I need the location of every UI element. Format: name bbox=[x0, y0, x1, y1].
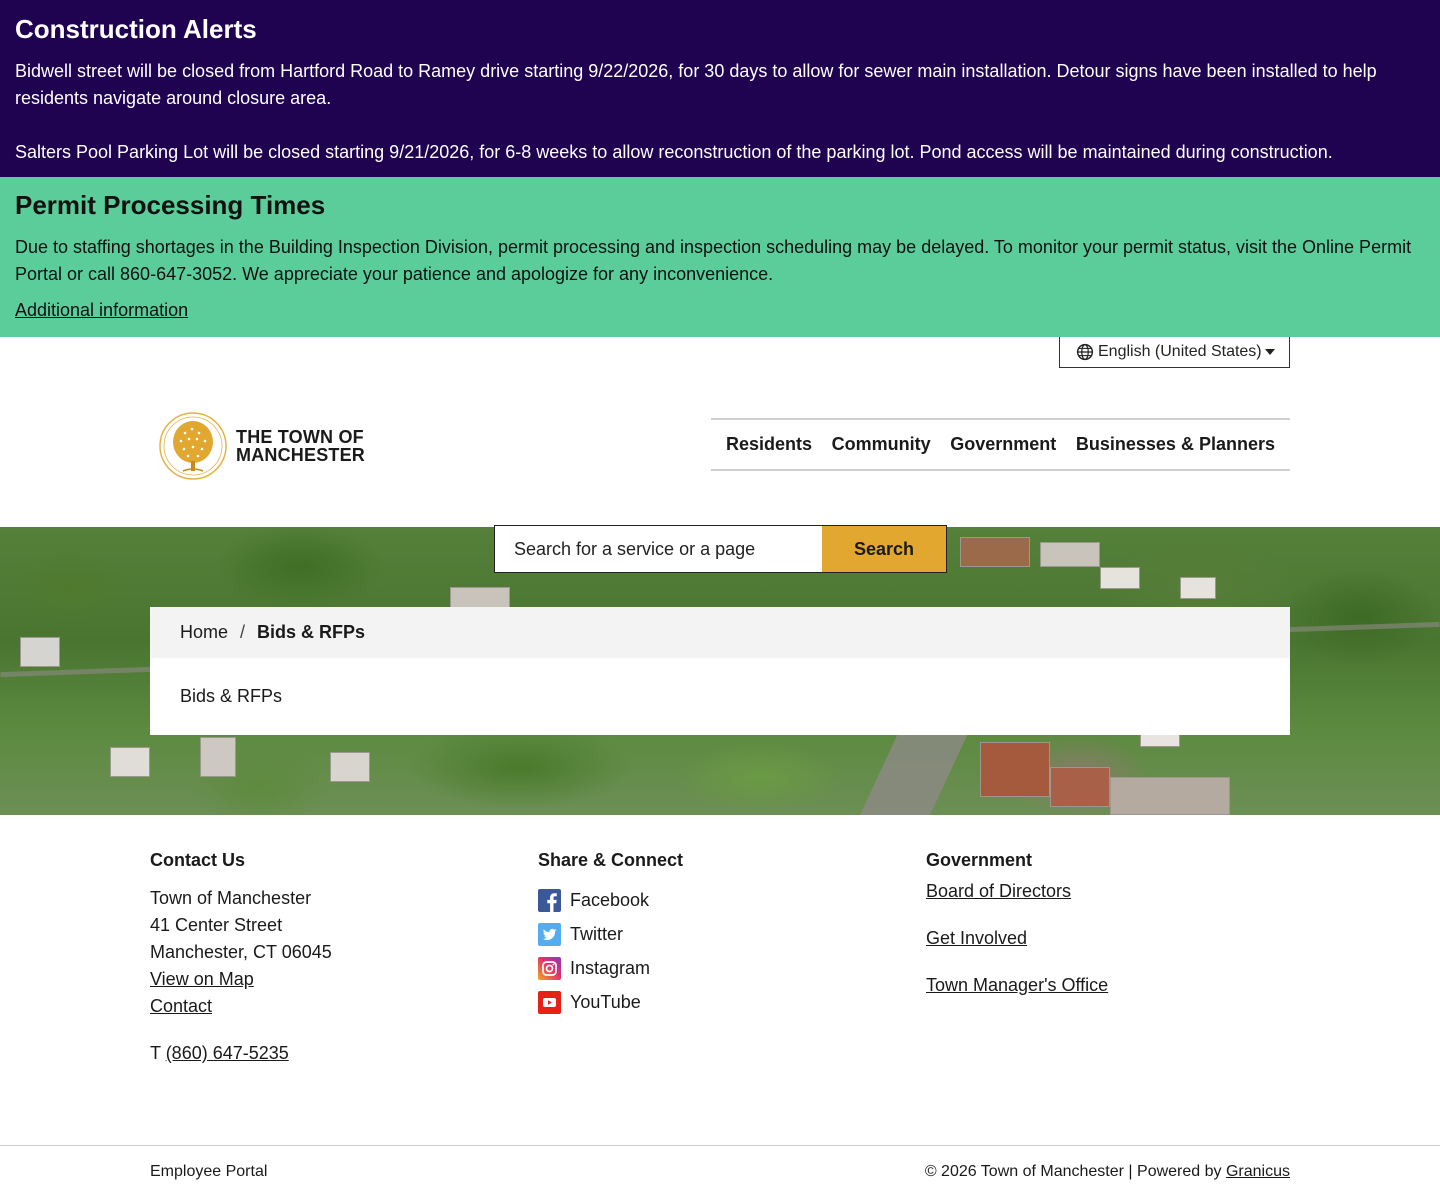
copyright-text: © 2026 Town of Manchester | Powered by bbox=[924, 1163, 1222, 1180]
logo-text: THE TOWN OF MANCHESTER bbox=[236, 427, 366, 465]
footer-government: Government Board of Directors Get Involv… bbox=[926, 849, 1290, 1022]
construction-alert-title: Construction Alerts bbox=[15, 14, 257, 44]
footer-government-heading: Government bbox=[926, 850, 1033, 870]
permit-alert-body: Due to staffing shortages in the Buildin… bbox=[15, 237, 1412, 284]
contact-city: Manchester, CT 06045 bbox=[150, 942, 332, 962]
footer-share-heading: Share & Connect bbox=[538, 850, 684, 870]
nav-item-government[interactable]: Government bbox=[950, 434, 1056, 455]
additional-information-link[interactable]: Additional information bbox=[15, 298, 188, 322]
language-selected-label: English (United States) bbox=[1098, 343, 1262, 360]
view-on-map-link[interactable]: View on Map bbox=[150, 969, 254, 989]
permit-alert-title: Permit Processing Times bbox=[15, 190, 326, 220]
youtube-icon bbox=[538, 990, 561, 1014]
construction-alert-item: Bidwell street will be closed from Hartf… bbox=[15, 61, 1377, 108]
chevron-down-icon bbox=[1265, 349, 1275, 355]
contact-street: 41 Center Street bbox=[150, 915, 283, 935]
footer-bottom-bar: Employee Portal © 2026 Town of Mancheste… bbox=[0, 1145, 1440, 1200]
phone-link[interactable]: (860) 647-5235 bbox=[166, 1043, 289, 1063]
facebook-icon bbox=[538, 888, 561, 912]
town-managers-office-link[interactable]: Town Manager's Office bbox=[926, 975, 1108, 995]
globe-icon bbox=[1076, 343, 1094, 361]
copyright: © 2026 Town of Manchester | Powered by G… bbox=[925, 1163, 1290, 1181]
breadcrumb: Home / Bids & RFPs bbox=[150, 607, 1290, 658]
search-button[interactable]: Search bbox=[822, 526, 946, 572]
instagram-link[interactable]: Instagram bbox=[538, 956, 650, 980]
employee-portal-link[interactable]: Employee Portal bbox=[150, 1163, 267, 1181]
breadcrumb-separator: / bbox=[240, 622, 246, 642]
social-list: Facebook Twitter Instagram YouTube bbox=[538, 879, 898, 1023]
government-links: Board of Directors Get Involved Town Man… bbox=[926, 881, 1290, 1002]
social-item: YouTube bbox=[538, 981, 898, 1023]
site-logo[interactable]: THE TOWN OF MANCHESTER bbox=[159, 411, 365, 481]
phone-prefix: T bbox=[150, 1043, 161, 1063]
footer-contact: Contact Us Town of Manchester 41 Center … bbox=[150, 849, 510, 1067]
contact-phone-line: T (860) 647-5235 bbox=[150, 1040, 510, 1067]
construction-alert-banner: Construction Alerts Bidwell street will … bbox=[0, 0, 1440, 177]
board-of-directors-link[interactable]: Board of Directors bbox=[926, 881, 1071, 901]
contact-org: Town of Manchester bbox=[150, 888, 312, 908]
construction-alert-item: Salters Pool Parking Lot will be closed … bbox=[15, 142, 1333, 162]
permit-alert-banner: Permit Processing Times Due to staffing … bbox=[0, 177, 1440, 337]
facebook-link[interactable]: Facebook bbox=[538, 888, 649, 912]
nav-item-residents[interactable]: Residents bbox=[726, 434, 812, 455]
tree-seal-icon bbox=[159, 412, 227, 480]
breadcrumb-home-link[interactable]: Home bbox=[180, 622, 228, 643]
youtube-link[interactable]: YouTube bbox=[538, 990, 641, 1014]
footer-share: Share & Connect Facebook Twitter Instagr… bbox=[538, 849, 898, 1023]
twitter-link[interactable]: Twitter bbox=[538, 922, 623, 946]
content-card: Home / Bids & RFPs Bids & RFPs bbox=[150, 607, 1290, 735]
footer-contact-heading: Contact Us bbox=[150, 850, 246, 870]
language-selector[interactable]: English (United States) bbox=[1059, 337, 1290, 368]
nav-item-community[interactable]: Community bbox=[832, 434, 931, 455]
main-navigation: Residents Community Government Businesse… bbox=[711, 418, 1290, 471]
search-input[interactable] bbox=[495, 526, 822, 572]
get-involved-link[interactable]: Get Involved bbox=[926, 928, 1027, 948]
granicus-link[interactable]: Granicus bbox=[1226, 1163, 1290, 1180]
nav-item-businesses-planners[interactable]: Businesses & Planners bbox=[1076, 434, 1275, 455]
twitter-icon bbox=[538, 922, 561, 946]
contact-link[interactable]: Contact bbox=[150, 996, 212, 1016]
page-title: Bids & RFPs bbox=[180, 686, 283, 706]
breadcrumb-current: Bids & RFPs bbox=[257, 622, 366, 642]
instagram-icon bbox=[538, 956, 561, 980]
site-search: Search bbox=[494, 525, 947, 573]
